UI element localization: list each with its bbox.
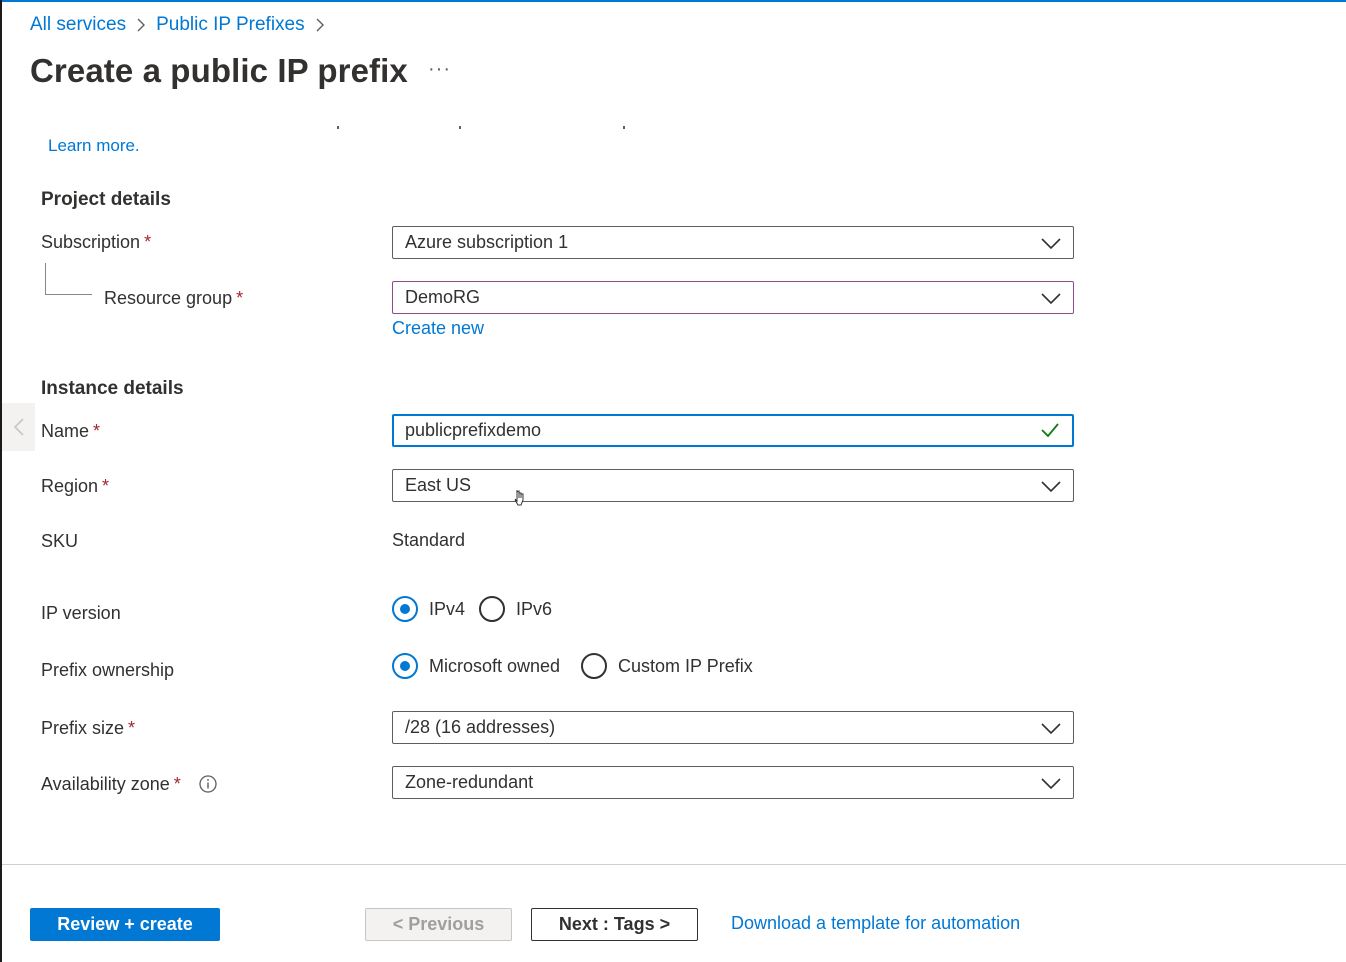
breadcrumb-all-services[interactable]: All services (30, 14, 126, 36)
subscription-value: Azure subscription 1 (405, 232, 569, 252)
info-icon[interactable] (198, 774, 218, 794)
name-input[interactable]: publicprefixdemo (392, 414, 1074, 447)
ip-version-ipv6-radio[interactable]: IPv6 (479, 596, 552, 622)
radio-selected-icon (392, 596, 418, 622)
previous-button[interactable]: < Previous (365, 908, 512, 941)
chevron-down-icon (1041, 723, 1061, 735)
chevron-down-icon (1041, 778, 1061, 790)
region-dropdown[interactable]: East US (392, 469, 1074, 502)
create-new-resource-group-link[interactable]: Create new (392, 318, 484, 339)
radio-unselected-icon (581, 653, 607, 679)
more-options-button[interactable]: ··· (428, 58, 451, 81)
radio-unselected-icon (479, 596, 505, 622)
checkmark-icon (1041, 423, 1059, 438)
required-marker: * (173, 774, 181, 794)
sku-label: SKU (41, 531, 79, 551)
breadcrumb: All services Public IP Prefixes (30, 14, 335, 36)
prefix-size-value: /28 (16 addresses) (405, 717, 556, 737)
chevron-down-icon (1041, 481, 1061, 493)
subscription-dropdown[interactable]: Azure subscription 1 (392, 226, 1074, 259)
learn-more-link[interactable]: Learn more. (48, 136, 140, 156)
next-tags-button[interactable]: Next : Tags > (531, 908, 698, 941)
project-details-heading: Project details (41, 189, 171, 210)
subscription-label: Subscription * (41, 232, 152, 252)
radio-selected-icon (392, 653, 418, 679)
availability-zone-label: Availability zone * (41, 774, 181, 794)
download-template-link[interactable]: Download a template for automation (731, 913, 1020, 934)
custom-ip-prefix-label: Custom IP Prefix (618, 655, 753, 676)
resource-group-label: Resource group * (104, 288, 244, 308)
prefix-ownership-microsoft-radio[interactable]: Microsoft owned (392, 653, 560, 679)
ipv4-label: IPv4 (429, 598, 466, 619)
review-create-button[interactable]: Review + create (30, 908, 220, 941)
page-title: Create a public IP prefix (30, 52, 408, 89)
breadcrumb-public-ip-prefixes[interactable]: Public IP Prefixes (156, 14, 305, 36)
resource-group-dropdown[interactable]: DemoRG (392, 281, 1074, 314)
chevron-down-icon (1041, 238, 1061, 250)
prefix-ownership-label: Prefix ownership (41, 660, 175, 680)
availability-zone-value: Zone-redundant (405, 772, 534, 792)
required-marker: * (144, 232, 152, 252)
collapse-panel-tab[interactable] (2, 403, 35, 451)
chevron-left-icon (13, 418, 24, 436)
clipped-description-text (48, 116, 688, 130)
name-value: publicprefixdemo (405, 420, 542, 440)
required-marker: * (128, 718, 136, 738)
microsoft-owned-label: Microsoft owned (429, 655, 561, 676)
ipv6-label: IPv6 (516, 598, 553, 619)
chevron-right-icon (315, 18, 325, 32)
name-label: Name * (41, 421, 101, 441)
resource-group-value: DemoRG (405, 287, 481, 307)
instance-details-heading: Instance details (41, 378, 184, 399)
prefix-size-label: Prefix size * (41, 718, 136, 738)
left-border (0, 0, 2, 962)
chevron-down-icon (1041, 293, 1061, 305)
chevron-right-icon (136, 18, 146, 32)
mouse-pointer-icon (514, 490, 524, 506)
sku-value: Standard (392, 530, 466, 550)
availability-zone-dropdown[interactable]: Zone-redundant (392, 766, 1074, 799)
ip-version-label: IP version (41, 603, 121, 623)
top-accent-bar (0, 0, 1346, 2)
required-marker: * (93, 421, 101, 441)
required-marker: * (236, 288, 244, 308)
ip-version-ipv4-radio[interactable]: IPv4 (392, 596, 465, 622)
region-label: Region * (41, 476, 110, 496)
prefix-size-dropdown[interactable]: /28 (16 addresses) (392, 711, 1074, 744)
prefix-ownership-custom-radio[interactable]: Custom IP Prefix (581, 653, 753, 679)
region-value: East US (405, 475, 472, 495)
tree-connector (45, 263, 92, 295)
required-marker: * (102, 476, 110, 496)
footer-divider (2, 864, 1346, 865)
